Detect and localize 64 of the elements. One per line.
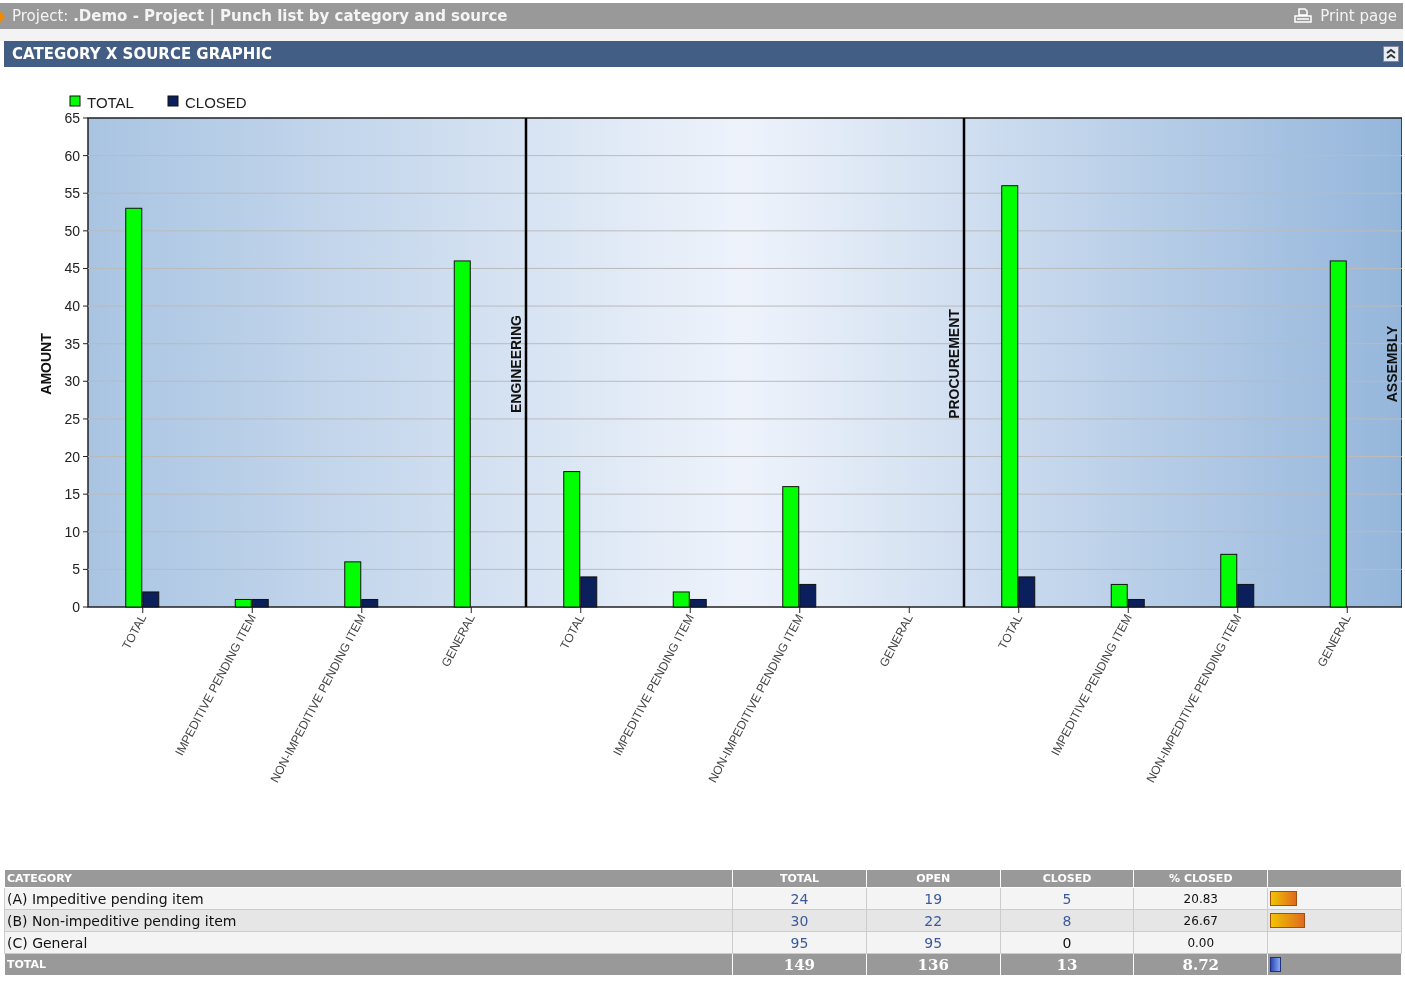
page-title: Project: .Demo - Project | Punch list by category and source [12,7,508,25]
closed-bar [361,599,379,608]
group-label: PROCUREMENT [946,309,962,419]
total-bar [672,591,690,608]
column-header: % CLOSED [1133,869,1268,888]
count-link[interactable]: 22 [924,912,943,929]
closed-bar [1018,576,1036,608]
count-link[interactable]: 5 [1062,890,1072,907]
axis-tick-label: 30 [64,373,80,390]
count-link[interactable]: 95 [790,934,809,951]
total-cell: 8.72 [1133,953,1268,976]
closed-bar [251,599,269,608]
axis-tick-label: 55 [64,185,80,202]
column-header: CATEGORY [4,869,733,888]
count-link[interactable]: 19 [924,890,943,907]
column-header: OPEN [866,869,1001,888]
count-link[interactable]: 8 [1062,912,1072,929]
column-header: CLOSED [1000,869,1134,888]
total-cell: 13 [1000,953,1134,976]
count-link[interactable]: 95 [924,934,943,951]
closed-bar [1127,599,1145,608]
count-link[interactable]: 30 [790,912,809,929]
closed-bar [580,576,598,608]
axis-tick-label: 35 [64,335,80,352]
closed-bar [689,599,707,608]
closed-bar [799,583,817,608]
axis-tick-label: 50 [64,222,80,239]
axis-tick-label: 0 [72,599,80,615]
count-link[interactable]: 24 [790,890,809,907]
group-label: ASSEMBLY [1384,325,1400,403]
legend-label: CLOSED [185,94,247,111]
axis-tick-label: 15 [64,486,80,503]
legend-label: TOTAL [87,94,134,111]
axis-tick-label: 25 [64,410,80,427]
axis-tick-label: 40 [64,298,80,315]
closed-bar [142,591,160,608]
total-bar [1220,553,1238,608]
printer-icon [1294,8,1313,24]
axis-tick-label: 45 [64,260,80,277]
total-bar [1110,583,1128,608]
table-cell: 0 [1000,931,1134,954]
table-cell: 0.00 [1133,931,1268,954]
axis-tick-label: 65 [64,110,80,126]
total-bar [344,561,362,608]
total-cell: 136 [866,953,1001,976]
table-cell: (C) General [4,931,733,954]
total-bar [234,599,252,608]
group-label: ENGINEERING [508,315,524,413]
table-cell: (B) Non-impeditive pending item [4,909,733,932]
table-cell: (A) Impeditive pending item [4,887,733,910]
table-cell: 26.67 [1133,909,1268,932]
total-cell: 149 [732,953,867,976]
section-title: CATEGORY X SOURCE GRAPHIC [12,45,272,63]
total-label: TOTAL [4,953,733,976]
closed-bar [1237,583,1255,608]
axis-tick-label: 5 [72,561,80,578]
table-cell: 20.83 [1133,887,1268,910]
column-header: TOTAL [732,869,867,888]
axis-tick-label: 60 [64,147,80,164]
axis-tick-label: 10 [64,523,80,540]
axis-title: AMOUNT [38,333,54,395]
axis-tick-label: 20 [64,448,80,465]
marker-icon [0,11,5,23]
collapse-button[interactable] [1383,46,1399,62]
